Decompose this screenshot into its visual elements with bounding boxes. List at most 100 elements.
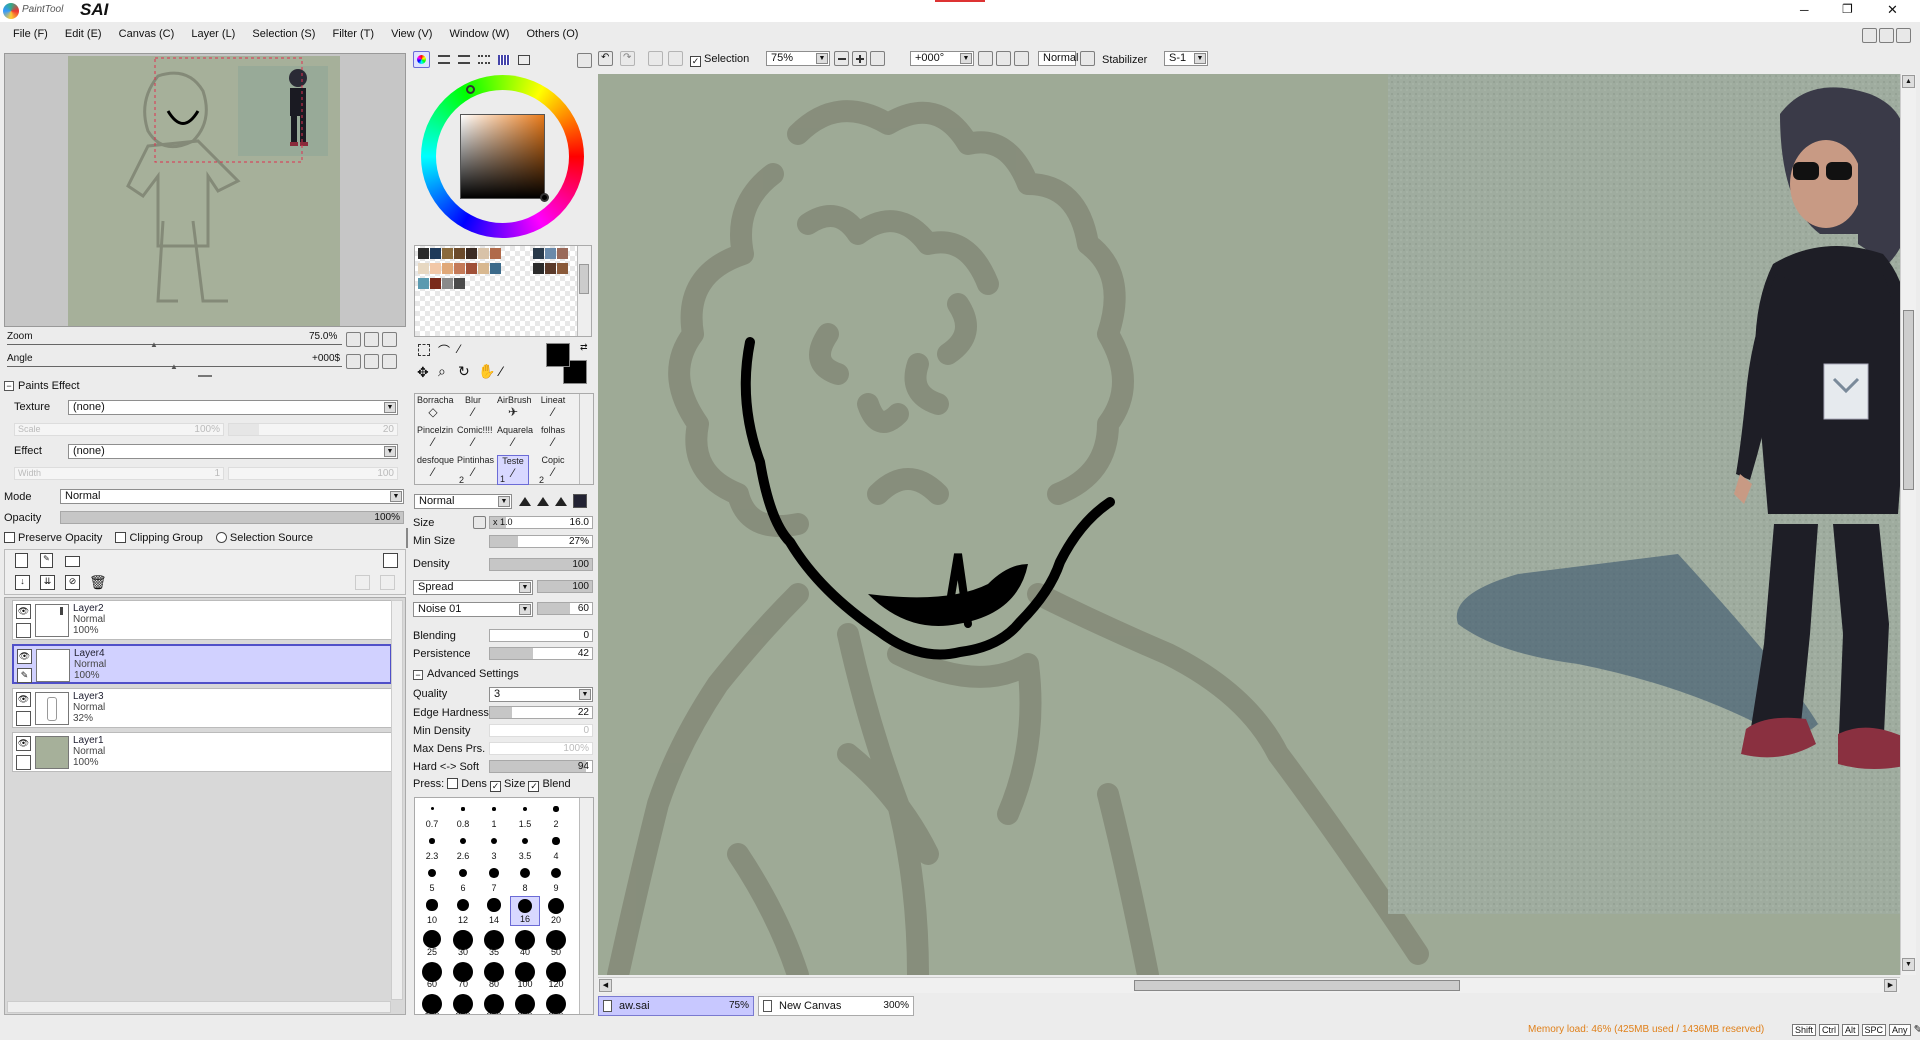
tool-folhas[interactable]: folhas ⁄ xyxy=(537,425,569,455)
canvas-vscroll-thumb[interactable] xyxy=(1903,310,1914,490)
minimize-button[interactable]: ─ xyxy=(1800,3,1809,17)
brush-size-preset[interactable]: 16 xyxy=(510,896,540,926)
layer-opacity-slider[interactable]: 100% xyxy=(60,511,404,524)
canvas-area[interactable] xyxy=(598,74,1900,975)
color-swatch[interactable] xyxy=(545,263,556,274)
brush-size-preset[interactable]: 9 xyxy=(541,864,571,894)
advanced-toggle[interactable]: − xyxy=(413,670,423,680)
scale-num-slider[interactable]: 20 xyxy=(228,423,398,436)
brush-size-preset[interactable]: 200 xyxy=(448,992,478,1014)
menu-canvas[interactable]: Canvas (C) xyxy=(119,28,175,40)
visibility-eye-icon[interactable]: 👁 xyxy=(16,604,31,619)
magic-wand-icon[interactable]: ⁄ xyxy=(458,342,460,356)
color-swatch[interactable] xyxy=(442,248,453,259)
scale-slider[interactable]: Scale 100% xyxy=(14,423,224,436)
layer-lock-toggle[interactable] xyxy=(16,755,31,770)
clear-layer-icon[interactable]: ⊘ xyxy=(65,575,80,590)
hue-marker[interactable] xyxy=(466,85,475,94)
color-wheel[interactable] xyxy=(421,75,584,238)
width-slider[interactable]: Width 1 xyxy=(14,467,224,480)
brush-size-preset[interactable]: 12 xyxy=(448,896,478,926)
noise-select[interactable]: Noise 01 ▼ xyxy=(413,602,533,617)
menu-others[interactable]: Others (O) xyxy=(526,28,578,40)
eyedropper-icon[interactable]: ⁄ xyxy=(500,363,502,379)
rotate-reset-button[interactable] xyxy=(382,354,397,369)
brush-size-preset[interactable]: 30 xyxy=(448,928,478,958)
layers-vscrollbar[interactable] xyxy=(391,600,403,1000)
zoom-out-canvas-button[interactable] xyxy=(834,51,849,66)
canvas-vscrollbar[interactable]: ▲ ▼ xyxy=(1900,74,1916,975)
brush-shape-1-icon[interactable] xyxy=(519,497,531,506)
brush-blend-select[interactable]: Normal ▼ xyxy=(414,494,512,509)
mdi-close-button[interactable] xyxy=(1896,28,1911,43)
brush-size-preset[interactable]: 1 xyxy=(479,800,509,830)
layer-lock-toggle[interactable] xyxy=(16,623,31,638)
press-dens-checkbox[interactable]: Dens xyxy=(447,778,487,790)
texture-select[interactable]: (none) ▼ xyxy=(68,400,398,415)
canvas-blend-display[interactable]: Normal xyxy=(1038,51,1078,66)
rect-select-icon[interactable] xyxy=(418,344,430,356)
zoom-in-canvas-button[interactable] xyxy=(852,51,867,66)
color-swatch[interactable] xyxy=(418,248,429,259)
tool-scrollbar[interactable] xyxy=(579,394,593,484)
brush-size-preset[interactable]: 7 xyxy=(479,864,509,894)
tool-lineat[interactable]: Lineat ⁄ xyxy=(537,395,569,425)
visibility-eye-icon[interactable]: 👁 xyxy=(16,736,31,751)
canvas-tab-aw[interactable]: aw.sai 75% xyxy=(598,996,754,1016)
brush-size-preset[interactable]: 300 xyxy=(510,992,540,1014)
brush-size-preset[interactable]: 40 xyxy=(510,928,540,958)
panel-splitter[interactable] xyxy=(198,375,212,377)
tool-desfoque[interactable]: desfoque ⁄ xyxy=(417,455,454,485)
color-swatch[interactable] xyxy=(478,248,489,259)
canvas-hscrollbar[interactable]: ◀ ▶ xyxy=(598,977,1900,993)
min-size-slider[interactable]: 27% xyxy=(489,535,593,548)
layer-mode-select[interactable]: Normal ▼ xyxy=(60,489,404,504)
brush-size-preset[interactable]: 50 xyxy=(541,928,571,958)
color-swatch[interactable] xyxy=(466,263,477,274)
brush-size-preset[interactable]: 20 xyxy=(541,896,571,926)
size-mult-button[interactable] xyxy=(473,516,486,529)
new-linework-layer-icon[interactable]: ✎ xyxy=(40,553,53,568)
sv-square[interactable] xyxy=(460,114,545,199)
delete-layer-icon[interactable]: 🗑 xyxy=(89,574,107,591)
scroll-left-arrow-icon[interactable]: ◀ xyxy=(599,979,612,992)
rgb-slider-mode-icon[interactable] xyxy=(438,55,450,64)
brush-size-preset[interactable]: 60 xyxy=(417,960,447,990)
brush-shape-3-icon[interactable] xyxy=(555,497,567,506)
mdi-restore-button[interactable] xyxy=(1879,28,1894,43)
layers-list[interactable]: 👁 Layer2 Normal 100% 👁 ✎ Layer4 Normal 100% 👁… xyxy=(4,597,406,1015)
brush-size-preset[interactable]: 70 xyxy=(448,960,478,990)
brush-size-preset[interactable]: 6 xyxy=(448,864,478,894)
primary-color-swatch[interactable] xyxy=(546,343,570,367)
stabilizer-select[interactable]: S-1 ▼ xyxy=(1164,51,1208,66)
brush-size-preset[interactable]: 2 xyxy=(541,800,571,830)
brush-size-preset[interactable]: 120 xyxy=(541,960,571,990)
color-swatch[interactable] xyxy=(490,263,501,274)
menu-view[interactable]: View (V) xyxy=(391,28,432,40)
color-mixer-mode-icon[interactable] xyxy=(478,55,490,64)
new-folder-icon[interactable] xyxy=(65,556,80,567)
brush-size-preset[interactable]: 35 xyxy=(479,928,509,958)
brush-size-scrollbar[interactable] xyxy=(579,798,593,1014)
rotate-ccw-button[interactable] xyxy=(978,51,993,66)
color-swatch[interactable] xyxy=(490,248,501,259)
canvas-zoom-select[interactable]: 75% ▼ xyxy=(766,51,830,66)
scroll-down-arrow-icon[interactable]: ▼ xyxy=(1902,958,1915,971)
brush-size-preset[interactable]: 1.5 xyxy=(510,800,540,830)
size-slider[interactable]: x 1.0 16.0 xyxy=(489,516,593,529)
zoom-slider[interactable] xyxy=(7,344,342,345)
color-swatch[interactable] xyxy=(430,263,441,274)
brush-size-preset[interactable]: 5 xyxy=(417,864,447,894)
sv-marker[interactable] xyxy=(540,193,549,202)
color-swatch[interactable] xyxy=(533,248,544,259)
rotate-right-button[interactable] xyxy=(364,354,379,369)
color-panel-menu-button[interactable] xyxy=(577,53,592,68)
max-dens-slider[interactable]: 100% xyxy=(489,742,593,755)
tool-airbrush[interactable]: AirBrush ✈ xyxy=(497,395,532,425)
brush-size-preset[interactable]: 0.8 xyxy=(448,800,478,830)
collapse-toggle[interactable]: − xyxy=(4,381,14,391)
visibility-eye-icon[interactable]: 👁 xyxy=(16,692,31,707)
panel-sash[interactable] xyxy=(406,528,408,548)
restore-button[interactable]: ❐ xyxy=(1842,2,1853,16)
invert-selection-button[interactable] xyxy=(668,51,683,66)
